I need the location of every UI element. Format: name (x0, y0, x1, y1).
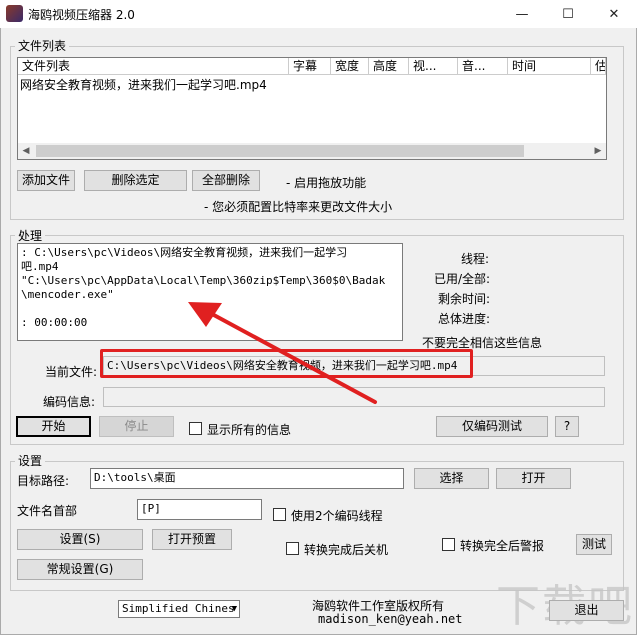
general-settings-button[interactable]: 常规设置(G) (17, 559, 143, 580)
column-header-file[interactable]: 文件列表 (18, 58, 289, 75)
processing-group-title: 处理 (15, 227, 46, 244)
close-button[interactable]: ✕ (591, 0, 637, 28)
scroll-left-icon[interactable]: ◀ (18, 143, 34, 159)
log-output[interactable]: : C:\Users\pc\Videos\网络安全教育视频，进来我们一起学习 吧… (17, 243, 403, 341)
minimize-button[interactable]: — (499, 0, 545, 28)
log-line: 吧.mp4 (21, 260, 59, 273)
maximize-button[interactable]: ☐ (545, 0, 591, 28)
remove-all-button[interactable]: 全部删除 (192, 170, 260, 191)
start-button[interactable]: 开始 (16, 416, 91, 437)
show-all-checkbox[interactable] (189, 422, 202, 435)
column-header-estimate[interactable]: 估 (591, 58, 606, 75)
title-bar[interactable]: 海鸥视频压缩器 2.0 — ☐ ✕ (0, 0, 637, 28)
help-button[interactable]: ? (555, 416, 579, 437)
two-threads-checkbox[interactable] (273, 508, 286, 521)
settings-button[interactable]: 设置(S) (17, 529, 143, 550)
highlight-box (100, 349, 473, 378)
language-select[interactable]: Simplified Chines ▼ (118, 600, 240, 618)
show-all-label: 显示所有的信息 (207, 423, 292, 437)
log-line: \mencoder.exe" (21, 288, 114, 301)
shutdown-label: 转换完成后关机 (304, 543, 389, 557)
language-value: Simplified Chines (122, 602, 235, 615)
drag-drop-hint: - 启用拖放功能 (286, 176, 367, 190)
encode-info-field[interactable] (103, 387, 605, 407)
log-line: : C:\Users\pc\Videos\网络安全教育视频，进来我们一起学习 (21, 246, 348, 259)
column-header-video[interactable]: 视... (409, 58, 458, 75)
choose-path-button[interactable]: 选择 (414, 468, 489, 489)
log-line: "C:\Users\pc\AppData\Local\Temp\360zip$T… (21, 274, 386, 287)
bitrate-hint: - 您必须配置比特率来更改文件大小 (204, 200, 393, 214)
settings-group-title: 设置 (15, 452, 46, 469)
exit-button[interactable]: 退出 (549, 600, 624, 621)
remove-selected-button[interactable]: 删除选定 (84, 170, 187, 191)
remaining-time-label: 剩余时间: (438, 292, 491, 306)
column-header-time[interactable]: 时间 (508, 58, 591, 75)
column-header-subtitle[interactable]: 字幕 (289, 58, 331, 75)
target-path-input[interactable]: D:\tools\桌面 (90, 468, 404, 489)
log-line: : 00:00:00 (21, 316, 88, 329)
column-header-width[interactable]: 宽度 (331, 58, 369, 75)
encode-info-label: 编码信息: (43, 395, 96, 409)
test-encode-button[interactable]: 仅编码测试 (436, 416, 548, 437)
current-file-label: 当前文件: (45, 365, 98, 379)
target-path-label: 目标路径: (17, 474, 70, 488)
alarm-checkbox[interactable] (442, 538, 455, 551)
scroll-thumb[interactable] (36, 145, 524, 157)
app-icon (6, 5, 23, 22)
filename-prefix-label: 文件名首部 (17, 504, 78, 518)
thread-label: 线程: (461, 252, 490, 266)
add-file-button[interactable]: 添加文件 (17, 170, 75, 191)
open-path-button[interactable]: 打开 (496, 468, 571, 489)
window-title: 海鸥视频压缩器 2.0 (28, 8, 135, 22)
shutdown-checkbox[interactable] (286, 542, 299, 555)
stop-button[interactable]: 停止 (99, 416, 174, 437)
scroll-right-icon[interactable]: ▶ (590, 143, 606, 159)
file-list-group-title: 文件列表 (15, 37, 70, 54)
open-preset-button[interactable]: 打开预置 (152, 529, 232, 550)
list-item[interactable]: 网络安全教育视频，进来我们一起学习吧.mp4 (20, 77, 604, 93)
alarm-label: 转换完全后警报 (460, 539, 545, 553)
used-total-label: 已用/全部: (434, 272, 491, 286)
column-header-audio[interactable]: 音... (458, 58, 508, 75)
file-list-view[interactable]: 文件列表 字幕 宽度 高度 视... 音... 时间 估 网络安全教育视频，进来… (17, 57, 607, 160)
filename-prefix-input[interactable]: [P] (137, 499, 262, 520)
dropdown-arrow-icon[interactable]: ▼ (232, 601, 237, 617)
two-threads-label: 使用2个编码线程 (291, 509, 383, 523)
overall-progress-label: 总体进度: (438, 312, 491, 326)
column-header-height[interactable]: 高度 (369, 58, 409, 75)
horizontal-scrollbar[interactable]: ◀ ▶ (18, 143, 606, 159)
test-alarm-button[interactable]: 测试 (576, 534, 612, 555)
contact-email: madison_ken@yeah.net (318, 612, 463, 626)
